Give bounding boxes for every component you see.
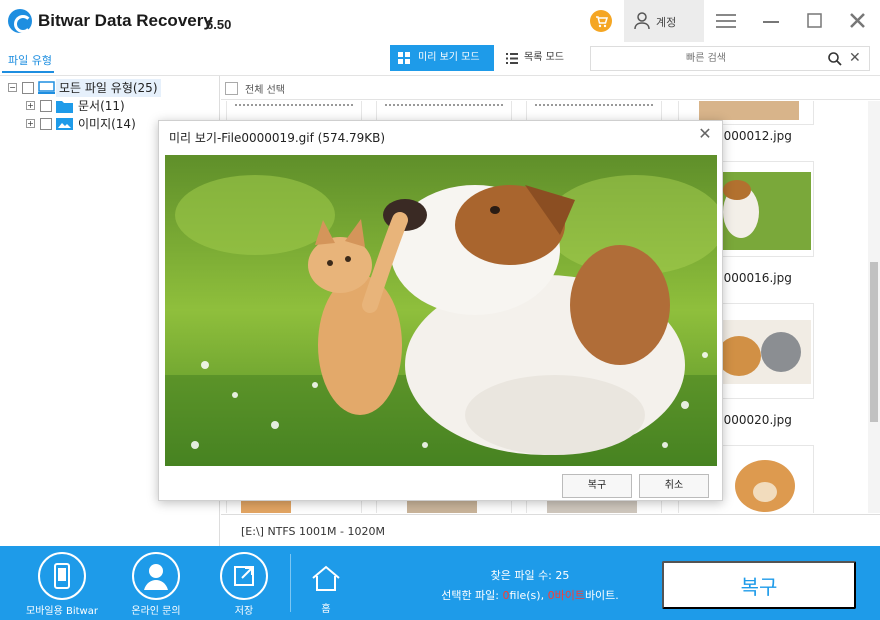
home-label: 홈 xyxy=(321,604,331,615)
app-name: Bitwar Data Recovery xyxy=(38,11,213,30)
title-bar: Bitwar Data Recovery 6.50 계정 xyxy=(0,0,880,42)
list-icon xyxy=(506,53,518,64)
cart-icon[interactable] xyxy=(590,10,612,32)
mobile-bitwar-button[interactable]: 모바일용 Bitwar xyxy=(22,550,102,618)
preview-mode-button[interactable]: 미리 보기 모드 xyxy=(390,45,494,71)
tree-checkbox[interactable] xyxy=(40,100,52,112)
preview-title: 미리 보기-File0000019.gif (574.79KB) xyxy=(169,131,386,145)
selected-count: 0 xyxy=(502,589,510,602)
collapse-icon[interactable]: − xyxy=(8,83,17,92)
tree-checkbox[interactable] xyxy=(40,118,52,130)
tab-underline xyxy=(2,71,54,73)
file-list-header: 전체 선택 xyxy=(221,76,880,100)
found-files-count: 찾은 파일 수: 25 xyxy=(490,569,570,582)
home-button[interactable]: 홈 xyxy=(286,550,366,618)
bitwar-logo-icon xyxy=(8,9,32,33)
expand-icon[interactable]: + xyxy=(26,119,35,128)
dog-and-kitten-photo xyxy=(165,155,717,466)
file-name: 0000016.jpg xyxy=(716,271,792,285)
list-mode-button[interactable]: 목록 모드 xyxy=(500,45,580,71)
online-help-label: 온라인 문의 xyxy=(131,606,181,617)
file-name: 0000012.jpg xyxy=(716,129,792,143)
user-icon xyxy=(634,12,650,30)
app-version: 6.50 xyxy=(206,17,232,32)
close-icon[interactable] xyxy=(846,10,870,32)
mobile-icon xyxy=(38,552,86,600)
online-help-button[interactable]: 온라인 문의 xyxy=(116,550,196,618)
scan-stats: 찾은 파일 수: 25 선택한 파일: 0file(s), 0바이트바이트. xyxy=(400,566,660,606)
preview-image xyxy=(165,155,717,466)
grid-icon xyxy=(398,52,410,64)
search-box: ✕ xyxy=(590,46,870,71)
preview-mode-label: 미리 보기 모드 xyxy=(418,52,480,63)
select-all-checkbox[interactable] xyxy=(225,82,238,95)
bottom-bar: 모바일용 Bitwar 온라인 문의 저장 홈 찾은 파일 수: 25 선택한 … xyxy=(0,546,880,620)
tree-item-label: 이미지(14) xyxy=(78,117,136,131)
expand-icon[interactable]: + xyxy=(26,101,35,110)
clear-search-icon[interactable]: ✕ xyxy=(849,51,863,65)
selected-files-info: 선택한 파일: 0file(s), 0바이트바이트. xyxy=(441,589,619,602)
selected-bytes: 0바이트 xyxy=(547,589,585,602)
dialog-close-icon[interactable]: ✕ xyxy=(697,126,713,142)
search-input[interactable] xyxy=(591,47,821,70)
image-icon xyxy=(56,118,73,130)
list-mode-label: 목록 모드 xyxy=(524,52,564,63)
tree-item-label: 모든 파일 유형(25) xyxy=(56,79,161,97)
menu-icon[interactable] xyxy=(714,10,738,32)
recover-button[interactable]: 복구 xyxy=(662,561,856,609)
save-button[interactable]: 저장 xyxy=(204,550,284,618)
mobile-bitwar-label: 모바일용 Bitwar xyxy=(26,606,98,617)
app-window: Bitwar Data Recovery 6.50 계정 파일 유형 미리 보기… xyxy=(0,0,880,620)
tab-file-type[interactable]: 파일 유형 xyxy=(8,52,52,68)
maximize-icon[interactable] xyxy=(804,10,828,32)
partition-info: [E:\] NTFS 1001M - 1020M xyxy=(241,525,385,538)
account-label: 계정 xyxy=(656,16,677,29)
export-icon xyxy=(220,552,268,600)
dialog-cancel-button[interactable]: 취소 xyxy=(639,474,709,498)
file-name: 0000020.jpg xyxy=(716,413,792,427)
status-bar: [E:\] NTFS 1001M - 1020M xyxy=(221,514,880,545)
home-icon xyxy=(312,565,340,591)
preview-dialog: 미리 보기-File0000019.gif (574.79KB) ✕ 복구 취소 xyxy=(158,120,723,501)
select-all-label: 전체 선택 xyxy=(245,85,285,96)
minimize-icon[interactable] xyxy=(760,10,784,32)
search-icon[interactable] xyxy=(827,51,843,67)
tree-item-label: 문서(11) xyxy=(78,99,125,113)
save-label: 저장 xyxy=(234,606,254,617)
account-button[interactable]: 계정 xyxy=(624,0,704,42)
folder-icon xyxy=(56,101,73,113)
scroll-thumb[interactable] xyxy=(870,262,878,422)
support-icon xyxy=(132,552,180,600)
dialog-recover-button[interactable]: 복구 xyxy=(562,474,632,498)
computer-icon xyxy=(38,81,55,94)
tree-checkbox[interactable] xyxy=(22,82,34,94)
